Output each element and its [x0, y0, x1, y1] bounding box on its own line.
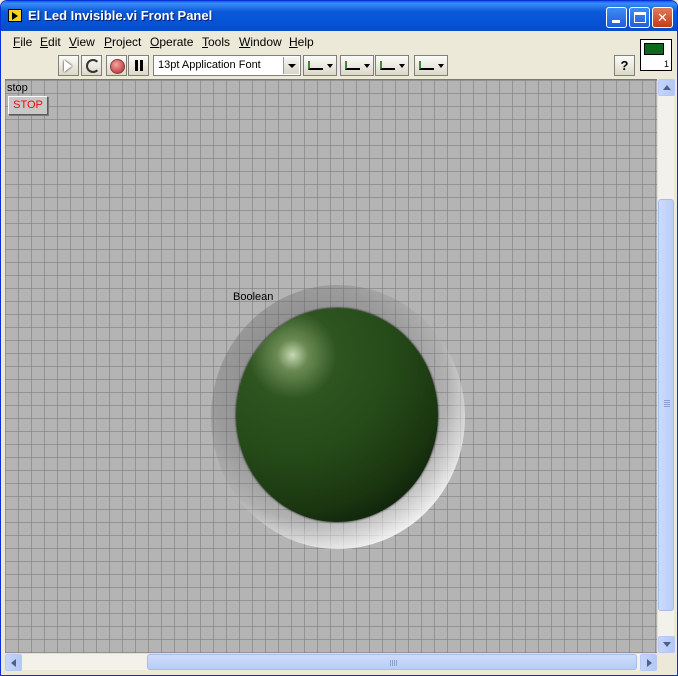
- stop-label: stop: [7, 82, 28, 94]
- menu-edit[interactable]: Edit: [40, 35, 61, 49]
- maximize-icon: [634, 12, 646, 23]
- window-title: El Led Invisible.vi Front Panel: [28, 8, 213, 23]
- align-objects-button[interactable]: [303, 55, 337, 76]
- horizontal-scroll-thumb[interactable]: [147, 654, 637, 670]
- distribute-objects-button[interactable]: [340, 55, 374, 76]
- scroll-down-icon[interactable]: [658, 636, 675, 653]
- toolbar: 13pt Application Font ?: [5, 53, 637, 78]
- font-select-value: 13pt Application Font: [158, 59, 261, 71]
- resize-objects-button[interactable]: [375, 55, 409, 76]
- font-select[interactable]: 13pt Application Font: [153, 55, 301, 76]
- menu-operate[interactable]: Operate: [150, 35, 193, 49]
- boolean-label: Boolean: [233, 291, 274, 303]
- chevron-down-icon: [283, 57, 299, 74]
- scroll-left-icon[interactable]: [5, 654, 22, 671]
- maximize-button[interactable]: [629, 7, 650, 28]
- title-bar[interactable]: El Led Invisible.vi Front Panel ✕: [1, 1, 677, 31]
- reorder-button[interactable]: [414, 55, 448, 76]
- menu-help[interactable]: Help: [289, 35, 314, 49]
- minimize-button[interactable]: [606, 7, 627, 28]
- menu-project[interactable]: Project: [104, 35, 141, 49]
- scrollbar-corner: [657, 653, 674, 670]
- reorder-icon: [419, 61, 434, 70]
- front-panel-canvas[interactable]: stop STOP Boolean: [5, 79, 657, 653]
- vi-connector-icon[interactable]: 1: [640, 39, 672, 71]
- chevron-down-icon: [399, 64, 405, 68]
- boolean-led-indicator[interactable]: [236, 308, 438, 522]
- close-icon: ✕: [657, 10, 668, 25]
- labview-front-panel-window: El Led Invisible.vi Front Panel ✕ File E…: [0, 0, 678, 676]
- chevron-down-icon: [438, 64, 444, 68]
- stop-button[interactable]: STOP: [8, 96, 48, 115]
- menu-view[interactable]: View: [69, 35, 95, 49]
- vi-icon-number: 1: [663, 59, 669, 69]
- menu-window[interactable]: Window: [239, 35, 282, 49]
- minimize-icon: [612, 20, 620, 23]
- menu-file[interactable]: File: [13, 35, 32, 49]
- scroll-grip-icon: [664, 400, 670, 407]
- chevron-down-icon: [364, 64, 370, 68]
- run-arrow-icon[interactable]: [58, 55, 79, 76]
- abort-execution-icon[interactable]: [106, 55, 127, 76]
- resize-objects-icon: [380, 61, 395, 70]
- scroll-grip-icon: [390, 660, 397, 666]
- vi-screen-icon: [644, 43, 664, 55]
- vertical-scroll-thumb[interactable]: [658, 199, 674, 611]
- vertical-scrollbar[interactable]: [657, 79, 675, 653]
- run-continuously-icon[interactable]: [81, 55, 102, 76]
- context-help-button[interactable]: ?: [614, 55, 635, 76]
- align-objects-icon: [308, 61, 323, 70]
- chevron-down-icon: [327, 64, 333, 68]
- scroll-up-icon[interactable]: [658, 79, 675, 96]
- pause-icon[interactable]: [128, 55, 149, 76]
- close-button[interactable]: ✕: [652, 7, 673, 28]
- help-icon: ?: [620, 58, 629, 73]
- scroll-right-icon[interactable]: [640, 654, 657, 671]
- menu-tools[interactable]: Tools: [202, 35, 230, 49]
- menu-bar: File Edit View Project Operate Tools Win…: [5, 31, 637, 53]
- labview-vi-icon[interactable]: [8, 9, 22, 22]
- distribute-objects-icon: [345, 61, 360, 70]
- horizontal-scrollbar[interactable]: [5, 653, 657, 671]
